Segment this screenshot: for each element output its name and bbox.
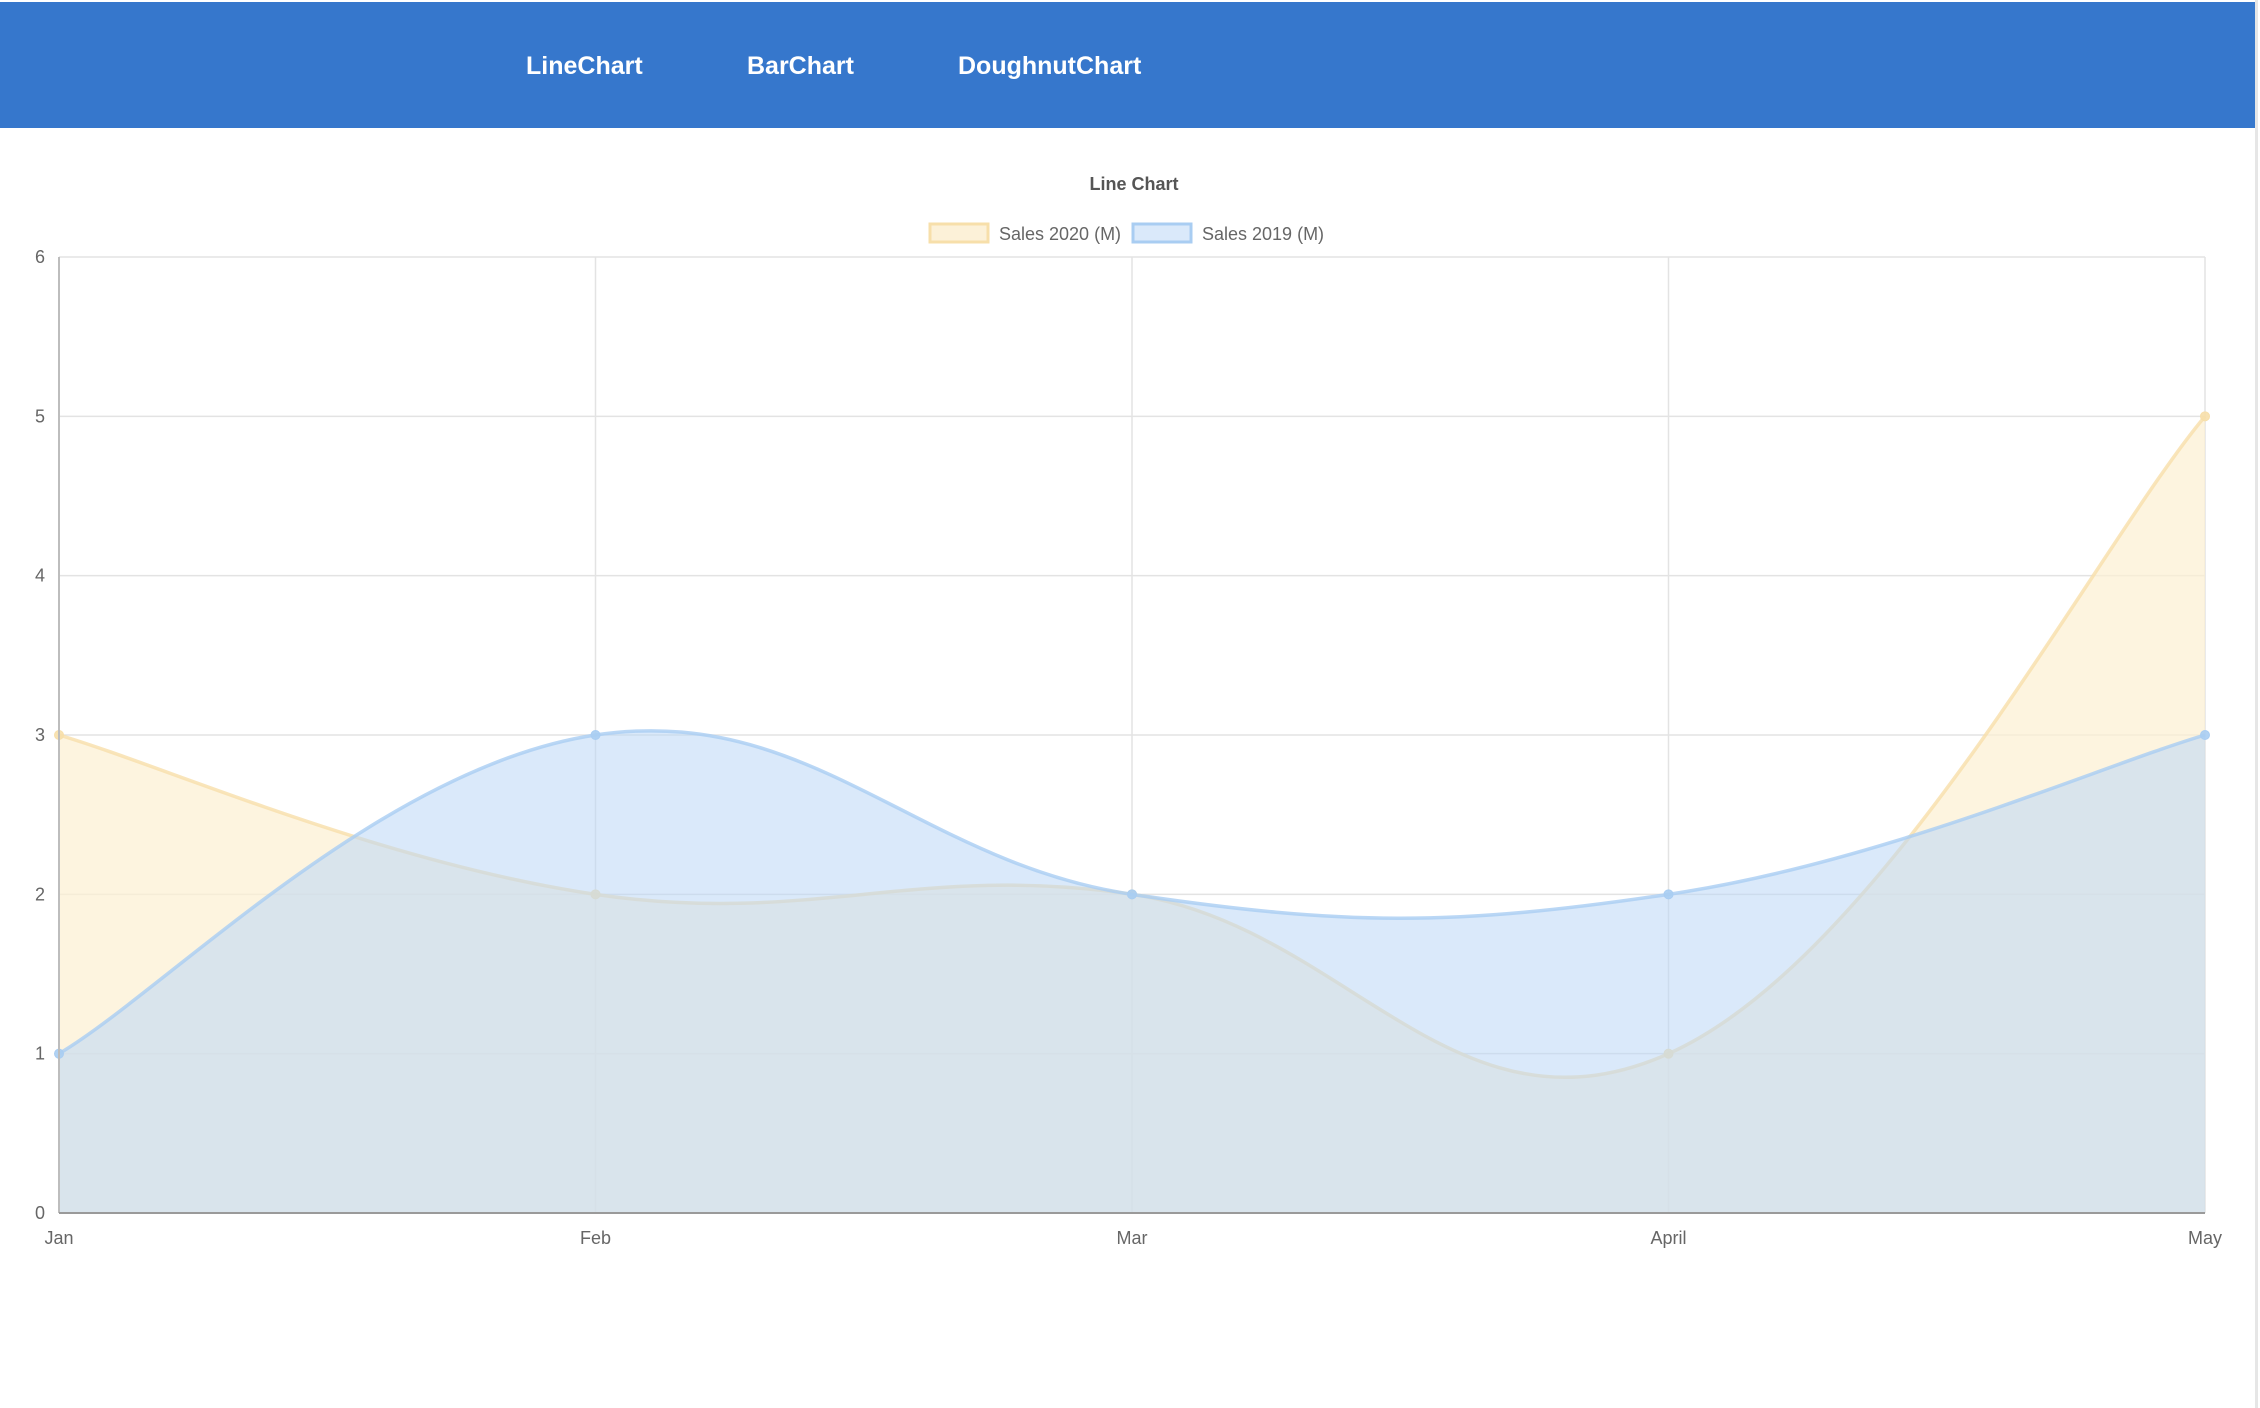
series-1-point-1[interactable] <box>590 730 601 740</box>
series-1-point-3[interactable] <box>1663 889 1674 900</box>
x-tick-label-0: Jan <box>44 1228 73 1248</box>
line-chart: Line Chart Sales 2020 (M) Sales 2019 (M) … <box>35 174 2222 1248</box>
y-tick-label-1: 1 <box>35 1044 45 1064</box>
x-tick-label-2: Mar <box>1117 1228 1148 1248</box>
legend-swatch-0[interactable] <box>928 222 990 244</box>
top-navbar: LineChart BarChart DoughnutChart <box>0 2 2255 128</box>
nav-link-doughnutchart[interactable]: DoughnutChart <box>958 50 1141 82</box>
series-1-point-2[interactable] <box>1127 889 1137 900</box>
legend-label-1[interactable]: Sales 2019 (M) <box>1202 224 1324 244</box>
x-tick-label-1: Feb <box>580 1228 611 1248</box>
y-tick-label-5: 5 <box>35 406 45 426</box>
y-tick-label-4: 4 <box>35 566 45 586</box>
chart-title: Line Chart <box>1089 174 1178 194</box>
y-tick-label-3: 3 <box>35 725 45 745</box>
window-edge <box>2255 0 2258 1408</box>
chart-legend: Sales 2020 (M) Sales 2019 (M) <box>928 222 1324 244</box>
series-1-point-4[interactable] <box>2200 730 2210 740</box>
y-tick-label-6: 6 <box>35 247 45 267</box>
nav-menu: LineChart BarChart DoughnutChart <box>0 2 2255 128</box>
series-0-point-4[interactable] <box>2200 411 2210 422</box>
nav-link-linechart[interactable]: LineChart <box>526 50 643 82</box>
nav-link-barchart[interactable]: BarChart <box>747 50 854 82</box>
y-tick-label-0: 0 <box>35 1203 45 1223</box>
x-tick-label-3: April <box>1650 1228 1686 1248</box>
legend-swatch-1[interactable] <box>1131 222 1193 244</box>
y-tick-label-2: 2 <box>35 884 45 904</box>
x-tick-label-4: May <box>2188 1228 2222 1248</box>
legend-label-0[interactable]: Sales 2020 (M) <box>999 224 1121 244</box>
